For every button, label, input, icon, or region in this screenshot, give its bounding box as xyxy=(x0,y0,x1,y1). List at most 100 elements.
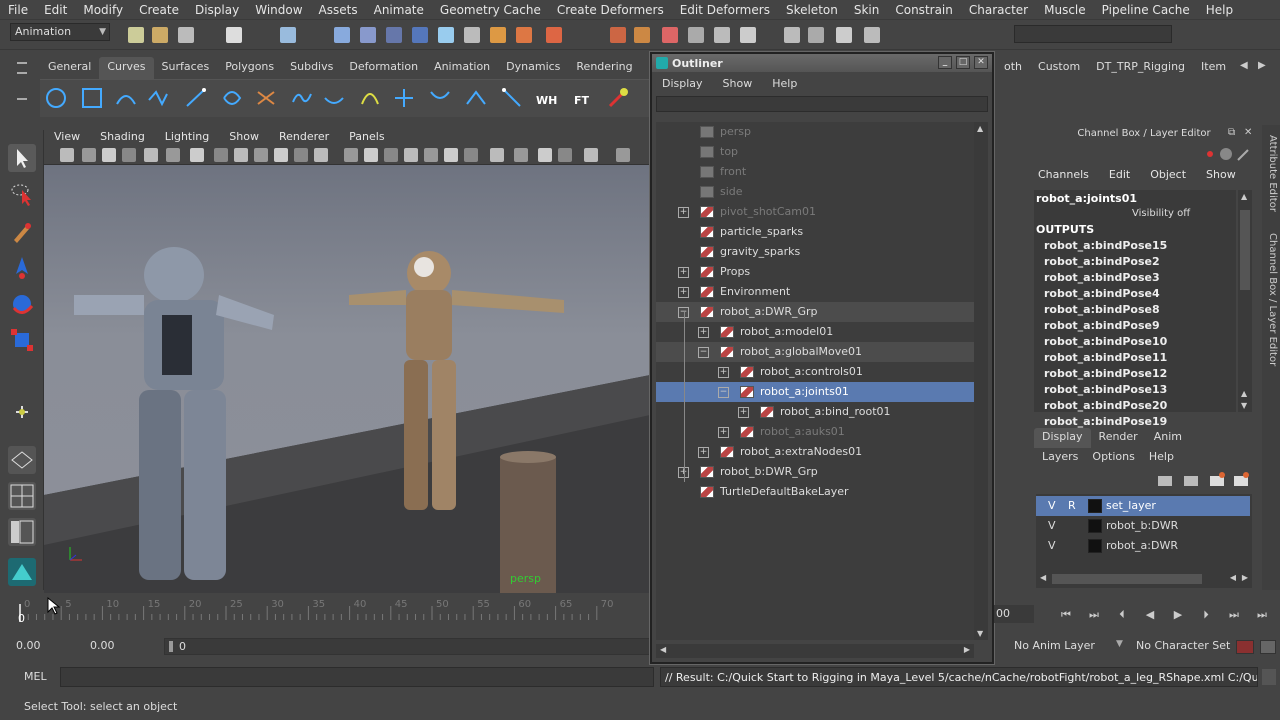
viewport-toolbar-icon[interactable] xyxy=(144,148,158,162)
close-panel-icon[interactable]: ✕ xyxy=(1244,127,1252,138)
go-to-start-icon[interactable]: ⏮ xyxy=(1058,607,1074,623)
range-slider-bar[interactable]: 0 xyxy=(164,638,650,655)
viewport-persp[interactable]: persp xyxy=(44,165,650,593)
outliner-item[interactable]: side xyxy=(656,182,974,202)
shelf-tool-icon[interactable] xyxy=(146,86,170,110)
layout-four-icon[interactable] xyxy=(8,482,36,510)
viewport-toolbar-icon[interactable] xyxy=(616,148,630,162)
move-tool-icon[interactable] xyxy=(8,254,36,282)
command-language[interactable]: MEL xyxy=(24,670,47,683)
shelf-tool-icon[interactable] xyxy=(500,86,524,110)
viewport-menu-lighting[interactable]: Lighting xyxy=(155,130,219,143)
viewport-toolbar-icon[interactable] xyxy=(166,148,180,162)
output-node[interactable]: robot_a:bindPose19 xyxy=(1044,415,1167,428)
collapse-icon[interactable]: − xyxy=(698,347,709,358)
layer-row[interactable]: Vrobot_a:DWR xyxy=(1036,536,1250,556)
shelf-tool-icon[interactable] xyxy=(392,86,416,110)
layer-row[interactable]: Vrobot_b:DWR xyxy=(1036,516,1250,536)
menu-muscle[interactable]: Muscle xyxy=(1036,3,1094,17)
shelf-tab-item[interactable]: Item xyxy=(1193,57,1234,79)
output-node[interactable]: robot_a:bindPose13 xyxy=(1044,383,1167,396)
toolbar-icon[interactable] xyxy=(516,27,532,43)
outliner-item[interactable]: + Environment xyxy=(656,282,974,302)
render-view-icon[interactable] xyxy=(8,558,36,586)
menu-skin[interactable]: Skin xyxy=(846,3,888,17)
layout-outliner-icon[interactable] xyxy=(8,518,36,546)
shelf-tab-curves[interactable]: Curves xyxy=(99,57,154,79)
menu-create-deformers[interactable]: Create Deformers xyxy=(549,3,672,17)
viewport-toolbar-icon[interactable] xyxy=(214,148,228,162)
viewport-toolbar-icon[interactable] xyxy=(274,148,288,162)
anim-layer-dropdown[interactable]: No Anim Layer xyxy=(1014,639,1095,652)
layer-tab-anim[interactable]: Anim xyxy=(1146,428,1190,448)
shelf-tool-icon[interactable] xyxy=(358,86,382,110)
menu-window[interactable]: Window xyxy=(247,3,310,17)
viewport-toolbar-icon[interactable] xyxy=(234,148,248,162)
channel-box-menu-edit[interactable]: Edit xyxy=(1109,168,1130,181)
outliner-item[interactable]: TurtleDefaultBakeLayer xyxy=(656,482,974,502)
script-editor-icon[interactable] xyxy=(1262,669,1276,685)
go-to-end-icon[interactable]: ⏭ xyxy=(1254,607,1270,623)
shelf-tab-polygons[interactable]: Polygons xyxy=(217,57,282,79)
toolbar-icon[interactable] xyxy=(610,27,626,43)
viewport-toolbar-icon[interactable] xyxy=(538,148,552,162)
attribute-editor-tab[interactable]: Attribute Editor xyxy=(1264,135,1278,212)
start-time-field[interactable]: 0.00 xyxy=(16,639,41,652)
outliner-item[interactable]: + robot_a:auks01 xyxy=(656,422,974,442)
shelf-tab-deformation[interactable]: Deformation xyxy=(341,57,426,79)
viewport-toolbar-icon[interactable] xyxy=(102,148,116,162)
channel-box-menu-channels[interactable]: Channels xyxy=(1038,168,1089,181)
layer-menu-options[interactable]: Options xyxy=(1092,450,1134,463)
toolbar-icon[interactable] xyxy=(178,27,194,43)
menu-geometry-cache[interactable]: Geometry Cache xyxy=(432,3,549,17)
shelf-tab-surfaces[interactable]: Surfaces xyxy=(154,57,218,79)
viewport-menu-panels[interactable]: Panels xyxy=(339,130,394,143)
viewport-toolbar-icon[interactable] xyxy=(514,148,528,162)
toolbar-icon[interactable] xyxy=(334,27,350,43)
shelf-tool-icon[interactable] xyxy=(254,86,278,110)
viewport-toolbar-icon[interactable] xyxy=(464,148,478,162)
quick-select-field[interactable] xyxy=(1014,25,1172,43)
shelf-tool-icon[interactable] xyxy=(80,86,104,110)
visibility-attribute[interactable]: Visibility off xyxy=(1132,208,1190,219)
expand-icon[interactable]: + xyxy=(678,267,689,278)
channel-box-tool-icons[interactable] xyxy=(1202,146,1252,162)
lasso-tool-icon[interactable] xyxy=(8,180,36,208)
shelf-tab-subdivs[interactable]: Subdivs xyxy=(282,57,341,79)
expand-icon[interactable]: + xyxy=(698,447,709,458)
shelf-wh-button[interactable]: WH xyxy=(536,86,560,110)
viewport-toolbar-icon[interactable] xyxy=(384,148,398,162)
toolbar-icon[interactable] xyxy=(740,27,756,43)
viewport-toolbar-icon[interactable] xyxy=(122,148,136,162)
output-node[interactable]: robot_a:bindPose2 xyxy=(1044,255,1160,268)
shelf-tool-icon[interactable] xyxy=(44,86,68,110)
outliner-item[interactable]: top xyxy=(656,142,974,162)
step-back-key-icon[interactable]: ⏭ xyxy=(1086,607,1102,623)
viewport-toolbar-icon[interactable] xyxy=(344,148,358,162)
toolbar-icon[interactable] xyxy=(546,27,562,43)
layer-color-swatch[interactable] xyxy=(1088,519,1102,533)
menu-character[interactable]: Character xyxy=(961,3,1036,17)
channel-box-menu-object[interactable]: Object xyxy=(1150,168,1186,181)
toolbar-icon[interactable] xyxy=(836,27,852,43)
outliner-item[interactable]: gravity_sparks xyxy=(656,242,974,262)
toolbar-icon[interactable] xyxy=(386,27,402,43)
layer-color-swatch[interactable] xyxy=(1088,499,1102,513)
output-node[interactable]: robot_a:bindPose9 xyxy=(1044,319,1160,332)
output-node[interactable]: robot_a:bindPose8 xyxy=(1044,303,1160,316)
layer-tab-render[interactable]: Render xyxy=(1091,428,1146,448)
viewport-toolbar-icon[interactable] xyxy=(424,148,438,162)
toolbar-icon[interactable] xyxy=(808,27,824,43)
menu-create[interactable]: Create xyxy=(131,3,187,17)
layer-row[interactable]: V Rset_layer xyxy=(1036,496,1250,516)
menu-animate[interactable]: Animate xyxy=(366,3,432,17)
layer-visibility-toggle[interactable]: V xyxy=(1048,536,1056,556)
paint-select-tool-icon[interactable] xyxy=(8,218,36,246)
viewport-menu-show[interactable]: Show xyxy=(219,130,269,143)
step-forward-frame-icon[interactable]: ⏵ xyxy=(1198,607,1214,623)
toolbar-icon[interactable] xyxy=(490,27,506,43)
menu-modify[interactable]: Modify xyxy=(75,3,131,17)
output-node[interactable]: robot_a:bindPose11 xyxy=(1044,351,1167,364)
channel-box-tab[interactable]: Channel Box / Layer Editor xyxy=(1264,233,1278,366)
layer-tab-display[interactable]: Display xyxy=(1034,428,1091,448)
